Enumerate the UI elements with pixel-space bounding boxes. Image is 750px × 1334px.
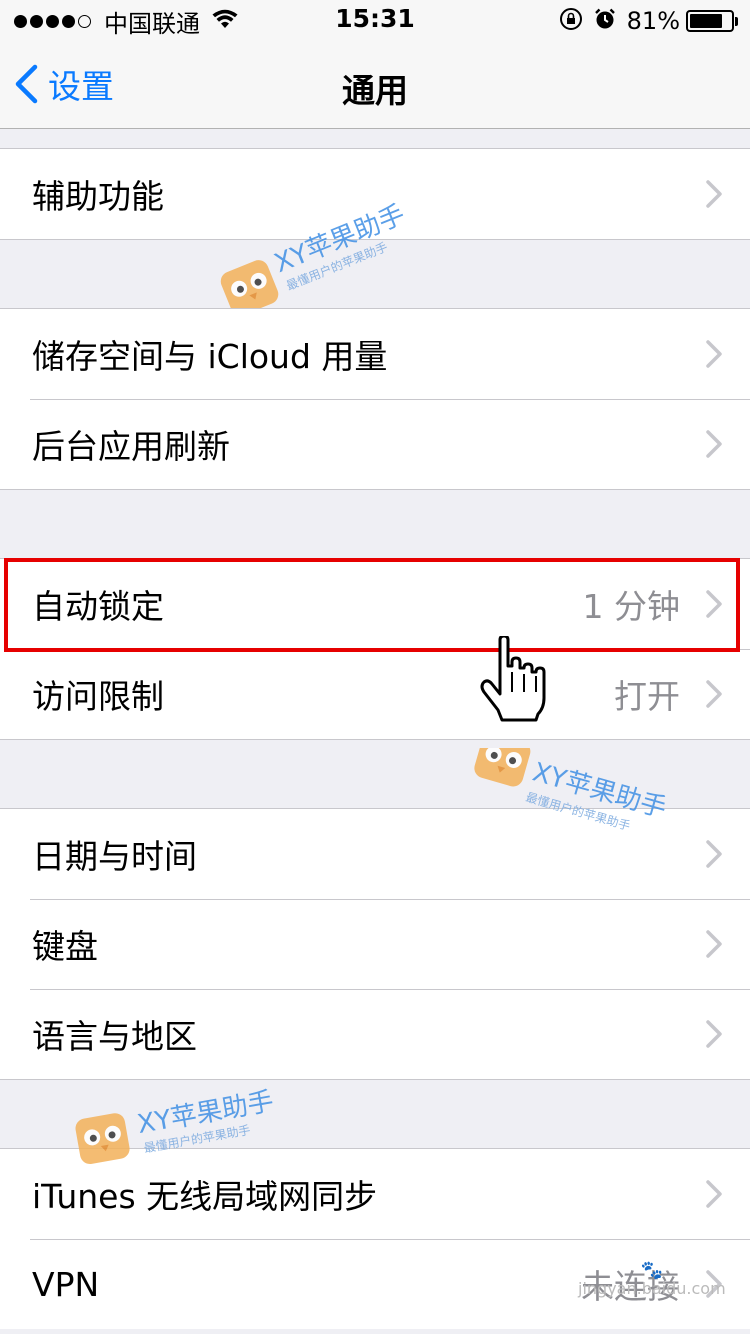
alarm-icon — [593, 7, 617, 35]
paw-icon: 🐾 — [640, 1260, 664, 1281]
chevron-right-icon — [706, 840, 722, 868]
battery-percent: 81% — [626, 7, 680, 35]
rotation-lock-icon — [559, 7, 583, 35]
settings-group: iTunes 无线局域网同步 VPN 未连接 — [0, 1148, 750, 1329]
battery-icon — [686, 10, 734, 32]
battery-fill — [690, 14, 723, 28]
row-language-region[interactable]: 语言与地区 — [0, 989, 750, 1079]
watermark-logo: XY苹果助手 最懂用户的苹果助手 — [220, 200, 409, 308]
site-watermark-text: jingyan.baidu.com — [578, 1279, 726, 1298]
row-label: 日期与时间 — [32, 837, 197, 876]
highlight-box — [4, 558, 740, 652]
row-label: 访问限制 — [32, 677, 164, 716]
row-background-app-refresh[interactable]: 后台应用刷新 — [0, 399, 750, 489]
row-keyboard[interactable]: 键盘 — [0, 899, 750, 989]
battery-cap — [735, 16, 738, 26]
row-restrictions[interactable]: 访问限制 打开 — [0, 649, 750, 739]
chevron-right-icon — [706, 180, 722, 208]
row-label: 辅助功能 — [32, 177, 164, 216]
row-label: iTunes 无线局域网同步 — [32, 1177, 378, 1216]
row-label: VPN — [32, 1264, 100, 1304]
status-right: 81% — [559, 4, 738, 38]
row-label: 键盘 — [32, 927, 98, 966]
chevron-right-icon — [706, 340, 722, 368]
site-watermark: 🐾 jingyan.baidu.com — [578, 1262, 726, 1298]
page-title: 通用 — [342, 71, 408, 110]
chevron-right-icon — [706, 680, 722, 708]
row-label: 语言与地区 — [32, 1017, 197, 1056]
row-label: 后台应用刷新 — [32, 427, 230, 466]
chevron-right-icon — [706, 1180, 722, 1208]
chevron-right-icon — [706, 1020, 722, 1048]
status-bar: 中国联通 15:31 81% — [0, 0, 750, 40]
watermark-logo: XY苹果助手 最懂用户的苹果助手 — [474, 748, 670, 833]
row-value: 打开 — [614, 677, 680, 716]
chevron-right-icon — [706, 930, 722, 958]
navigation-bar: 设置 通用 — [0, 40, 750, 129]
settings-group: 储存空间与 iCloud 用量 后台应用刷新 — [0, 308, 750, 490]
row-storage-icloud-usage[interactable]: 储存空间与 iCloud 用量 — [0, 309, 750, 399]
watermark-logo: XY苹果助手 最懂用户的苹果助手 — [75, 1087, 276, 1165]
chevron-right-icon — [706, 430, 722, 458]
row-label: 储存空间与 iCloud 用量 — [32, 337, 388, 376]
hand-cursor-icon — [480, 636, 546, 722]
